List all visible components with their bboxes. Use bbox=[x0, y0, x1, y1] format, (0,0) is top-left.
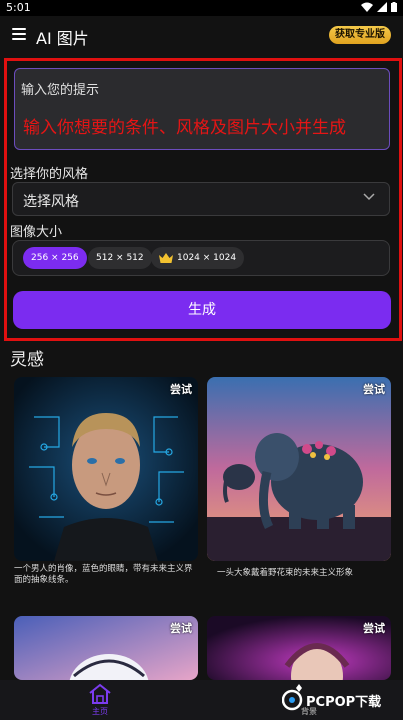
generate-button[interactable]: 生成 bbox=[13, 291, 391, 329]
watermark-logo: PCPOP下载 bbox=[282, 684, 381, 711]
prompt-input[interactable]: 输入您的提示 输入你想要的条件、风格及图片大小并生成 bbox=[14, 68, 390, 150]
style-label: 选择你的风格 bbox=[10, 167, 89, 182]
size-chip-512[interactable]: 512 × 512 bbox=[88, 247, 152, 269]
size-chip-256[interactable]: 256 × 256 bbox=[23, 247, 87, 269]
inspiration-title: 灵感 bbox=[10, 350, 44, 370]
card-image-elephant bbox=[207, 377, 391, 561]
prompt-annotation: 输入你想要的条件、风格及图片大小并生成 bbox=[23, 118, 346, 138]
battery-icon bbox=[391, 2, 397, 12]
try-badge[interactable]: 尝试 bbox=[170, 381, 192, 397]
nav-home-label: 主页 bbox=[92, 707, 108, 716]
nav-home[interactable]: 主页 bbox=[82, 680, 118, 720]
card-caption-2: 一头大象戴着野花束的未来主义形象 bbox=[217, 568, 354, 578]
card-image-man-portrait bbox=[14, 377, 198, 561]
watermark-text: PCPOP下载 bbox=[306, 694, 381, 710]
size-chip-label: 1024 × 1024 bbox=[177, 253, 237, 263]
status-bar: 5:01 bbox=[0, 0, 403, 16]
size-label: 图像大小 bbox=[10, 225, 63, 240]
size-chip-label: 512 × 512 bbox=[96, 253, 144, 263]
card-caption-1: 一个男人的肖像，蓝色的眼睛，带有未来主义界面的抽象线条。 bbox=[14, 564, 193, 585]
signal-icon bbox=[377, 2, 387, 12]
chevron-down-icon bbox=[363, 193, 375, 201]
app-title: AI 图片 bbox=[36, 29, 89, 48]
size-chip-1024[interactable]: 1024 × 1024 bbox=[151, 247, 245, 269]
try-badge[interactable]: 尝试 bbox=[170, 620, 192, 636]
inspiration-card-2[interactable]: 尝试 bbox=[207, 377, 391, 561]
prompt-placeholder: 输入您的提示 bbox=[21, 83, 100, 98]
app-bar: AI 图片 获取专业版 bbox=[0, 16, 403, 56]
style-select[interactable]: 选择风格 bbox=[12, 182, 390, 216]
status-time: 5:01 bbox=[6, 1, 31, 14]
wifi-icon bbox=[361, 2, 373, 12]
try-badge[interactable]: 尝试 bbox=[363, 620, 385, 636]
style-select-value: 选择风格 bbox=[23, 194, 79, 210]
try-badge[interactable]: 尝试 bbox=[363, 381, 385, 397]
menu-icon[interactable] bbox=[12, 28, 26, 40]
size-chip-label: 256 × 256 bbox=[31, 253, 79, 263]
inspiration-card-3[interactable]: 尝试 bbox=[14, 616, 198, 680]
status-icons bbox=[361, 2, 397, 12]
home-icon bbox=[89, 683, 111, 704]
crown-icon bbox=[159, 253, 173, 263]
inspiration-card-1[interactable]: 尝试 bbox=[14, 377, 198, 561]
inspiration-card-4[interactable]: 尝试 bbox=[207, 616, 391, 680]
get-pro-button[interactable]: 获取专业版 bbox=[329, 26, 391, 44]
